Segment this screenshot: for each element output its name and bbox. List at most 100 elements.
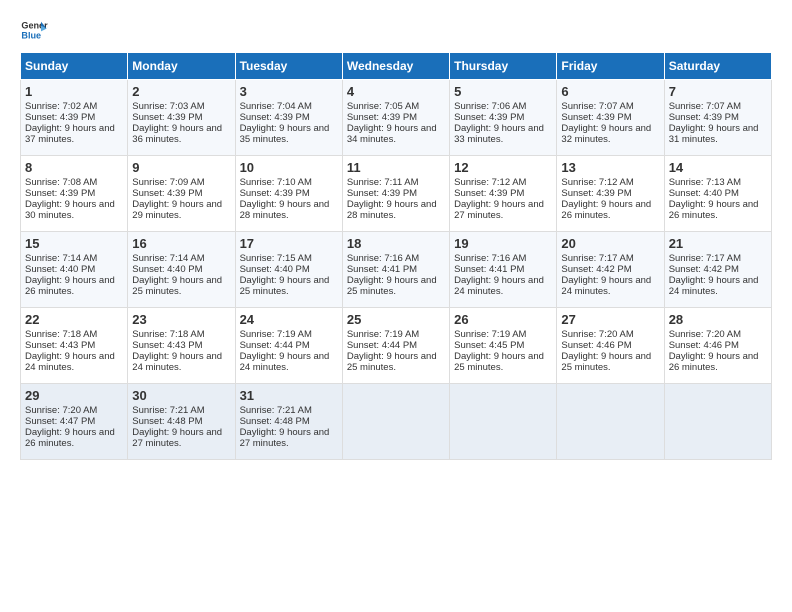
sunset: Sunset: 4:39 PM	[347, 188, 417, 199]
daylight: Daylight: 9 hours and 37 minutes.	[25, 123, 115, 145]
daylight: Daylight: 9 hours and 26 minutes.	[669, 351, 759, 373]
sunset: Sunset: 4:48 PM	[132, 416, 202, 427]
sunrise: Sunrise: 7:06 AM	[454, 101, 526, 112]
sunset: Sunset: 4:42 PM	[561, 264, 631, 275]
sunset: Sunset: 4:39 PM	[347, 112, 417, 123]
daylight: Daylight: 9 hours and 32 minutes.	[561, 123, 651, 145]
calendar-cell: 7Sunrise: 7:07 AMSunset: 4:39 PMDaylight…	[664, 80, 771, 156]
sunrise: Sunrise: 7:20 AM	[25, 405, 97, 416]
calendar-cell: 13Sunrise: 7:12 AMSunset: 4:39 PMDayligh…	[557, 156, 664, 232]
calendar-cell: 8Sunrise: 7:08 AMSunset: 4:39 PMDaylight…	[21, 156, 128, 232]
calendar-cell: 30Sunrise: 7:21 AMSunset: 4:48 PMDayligh…	[128, 384, 235, 460]
sunrise: Sunrise: 7:03 AM	[132, 101, 204, 112]
svg-text:Blue: Blue	[21, 30, 41, 40]
sunrise: Sunrise: 7:13 AM	[669, 177, 741, 188]
daylight: Daylight: 9 hours and 27 minutes.	[132, 427, 222, 449]
sunset: Sunset: 4:39 PM	[240, 188, 310, 199]
day-number: 19	[454, 236, 552, 251]
sunset: Sunset: 4:40 PM	[25, 264, 95, 275]
week-row-2: 8Sunrise: 7:08 AMSunset: 4:39 PMDaylight…	[21, 156, 772, 232]
day-number: 31	[240, 388, 338, 403]
sunrise: Sunrise: 7:05 AM	[347, 101, 419, 112]
calendar-cell: 19Sunrise: 7:16 AMSunset: 4:41 PMDayligh…	[450, 232, 557, 308]
sunrise: Sunrise: 7:15 AM	[240, 253, 312, 264]
sunrise: Sunrise: 7:21 AM	[240, 405, 312, 416]
sunset: Sunset: 4:46 PM	[669, 340, 739, 351]
calendar-cell: 6 Sunrise: 7:07 AMSunset: 4:39 PMDaylight…	[557, 80, 664, 156]
sunrise: Sunrise: 7:08 AM	[25, 177, 97, 188]
calendar-cell: 5Sunrise: 7:06 AMSunset: 4:39 PMDaylight…	[450, 80, 557, 156]
sunrise: Sunrise: 7:20 AM	[561, 329, 633, 340]
daylight: Daylight: 9 hours and 34 minutes.	[347, 123, 437, 145]
day-number: 18	[347, 236, 445, 251]
daylight: Daylight: 9 hours and 24 minutes.	[240, 351, 330, 373]
calendar-cell: 27Sunrise: 7:20 AMSunset: 4:46 PMDayligh…	[557, 308, 664, 384]
day-header-sunday: Sunday	[21, 53, 128, 80]
calendar-cell	[664, 384, 771, 460]
calendar-cell	[450, 384, 557, 460]
calendar-cell: 22Sunrise: 7:18 AMSunset: 4:43 PMDayligh…	[21, 308, 128, 384]
calendar-cell: 1Sunrise: 7:02 AMSunset: 4:39 PMDaylight…	[21, 80, 128, 156]
sunset: Sunset: 4:46 PM	[561, 340, 631, 351]
calendar-cell: 2Sunrise: 7:03 AMSunset: 4:39 PMDaylight…	[128, 80, 235, 156]
calendar-table: SundayMondayTuesdayWednesdayThursdayFrid…	[20, 52, 772, 460]
sunrise: Sunrise: 7:19 AM	[347, 329, 419, 340]
calendar-cell: 12Sunrise: 7:12 AMSunset: 4:39 PMDayligh…	[450, 156, 557, 232]
sunset: Sunset: 4:39 PM	[454, 112, 524, 123]
calendar-cell: 21Sunrise: 7:17 AMSunset: 4:42 PMDayligh…	[664, 232, 771, 308]
daylight: Daylight: 9 hours and 35 minutes.	[240, 123, 330, 145]
sunrise: Sunrise: 7:07 AM	[669, 101, 741, 112]
daylight: Daylight: 9 hours and 24 minutes.	[561, 275, 651, 297]
day-number: 25	[347, 312, 445, 327]
calendar-cell: 16Sunrise: 7:14 AMSunset: 4:40 PMDayligh…	[128, 232, 235, 308]
sunrise: Sunrise: 7:12 AM	[561, 177, 633, 188]
day-number: 14	[669, 160, 767, 175]
day-number: 29	[25, 388, 123, 403]
sunset: Sunset: 4:39 PM	[25, 188, 95, 199]
sunset: Sunset: 4:40 PM	[669, 188, 739, 199]
calendar-cell	[342, 384, 449, 460]
calendar-cell: 31Sunrise: 7:21 AMSunset: 4:48 PMDayligh…	[235, 384, 342, 460]
calendar-cell: 23Sunrise: 7:18 AMSunset: 4:43 PMDayligh…	[128, 308, 235, 384]
sunrise: Sunrise: 7:07 AM	[561, 101, 633, 112]
sunset: Sunset: 4:44 PM	[240, 340, 310, 351]
day-number: 1	[25, 84, 123, 99]
calendar-cell: 15Sunrise: 7:14 AMSunset: 4:40 PMDayligh…	[21, 232, 128, 308]
sunrise: Sunrise: 7:19 AM	[454, 329, 526, 340]
daylight: Daylight: 9 hours and 24 minutes.	[669, 275, 759, 297]
sunset: Sunset: 4:40 PM	[132, 264, 202, 275]
calendar-cell: 18Sunrise: 7:16 AMSunset: 4:41 PMDayligh…	[342, 232, 449, 308]
calendar-cell	[557, 384, 664, 460]
sunset: Sunset: 4:39 PM	[25, 112, 95, 123]
sunrise: Sunrise: 7:11 AM	[347, 177, 419, 188]
sunset: Sunset: 4:43 PM	[25, 340, 95, 351]
day-number: 4	[347, 84, 445, 99]
sunset: Sunset: 4:40 PM	[240, 264, 310, 275]
daylight: Daylight: 9 hours and 30 minutes.	[25, 199, 115, 221]
daylight: Daylight: 9 hours and 25 minutes.	[561, 351, 651, 373]
daylight: Daylight: 9 hours and 26 minutes.	[25, 275, 115, 297]
week-row-1: 1Sunrise: 7:02 AMSunset: 4:39 PMDaylight…	[21, 80, 772, 156]
day-number: 9	[132, 160, 230, 175]
logo: General Blue	[20, 16, 48, 44]
calendar-cell: 14Sunrise: 7:13 AMSunset: 4:40 PMDayligh…	[664, 156, 771, 232]
sunrise: Sunrise: 7:16 AM	[454, 253, 526, 264]
daylight: Daylight: 9 hours and 24 minutes.	[25, 351, 115, 373]
sunset: Sunset: 4:44 PM	[347, 340, 417, 351]
day-number: 6	[561, 84, 659, 99]
week-row-3: 15Sunrise: 7:14 AMSunset: 4:40 PMDayligh…	[21, 232, 772, 308]
calendar-cell: 29Sunrise: 7:20 AMSunset: 4:47 PMDayligh…	[21, 384, 128, 460]
sunset: Sunset: 4:41 PM	[347, 264, 417, 275]
sunset: Sunset: 4:39 PM	[132, 112, 202, 123]
sunrise: Sunrise: 7:17 AM	[561, 253, 633, 264]
sunrise: Sunrise: 7:14 AM	[132, 253, 204, 264]
day-number: 10	[240, 160, 338, 175]
daylight: Daylight: 9 hours and 28 minutes.	[240, 199, 330, 221]
daylight: Daylight: 9 hours and 33 minutes.	[454, 123, 544, 145]
week-row-5: 29Sunrise: 7:20 AMSunset: 4:47 PMDayligh…	[21, 384, 772, 460]
sunset: Sunset: 4:39 PM	[561, 112, 631, 123]
sunset: Sunset: 4:45 PM	[454, 340, 524, 351]
day-number: 21	[669, 236, 767, 251]
day-header-tuesday: Tuesday	[235, 53, 342, 80]
calendar-cell: 20Sunrise: 7:17 AMSunset: 4:42 PMDayligh…	[557, 232, 664, 308]
